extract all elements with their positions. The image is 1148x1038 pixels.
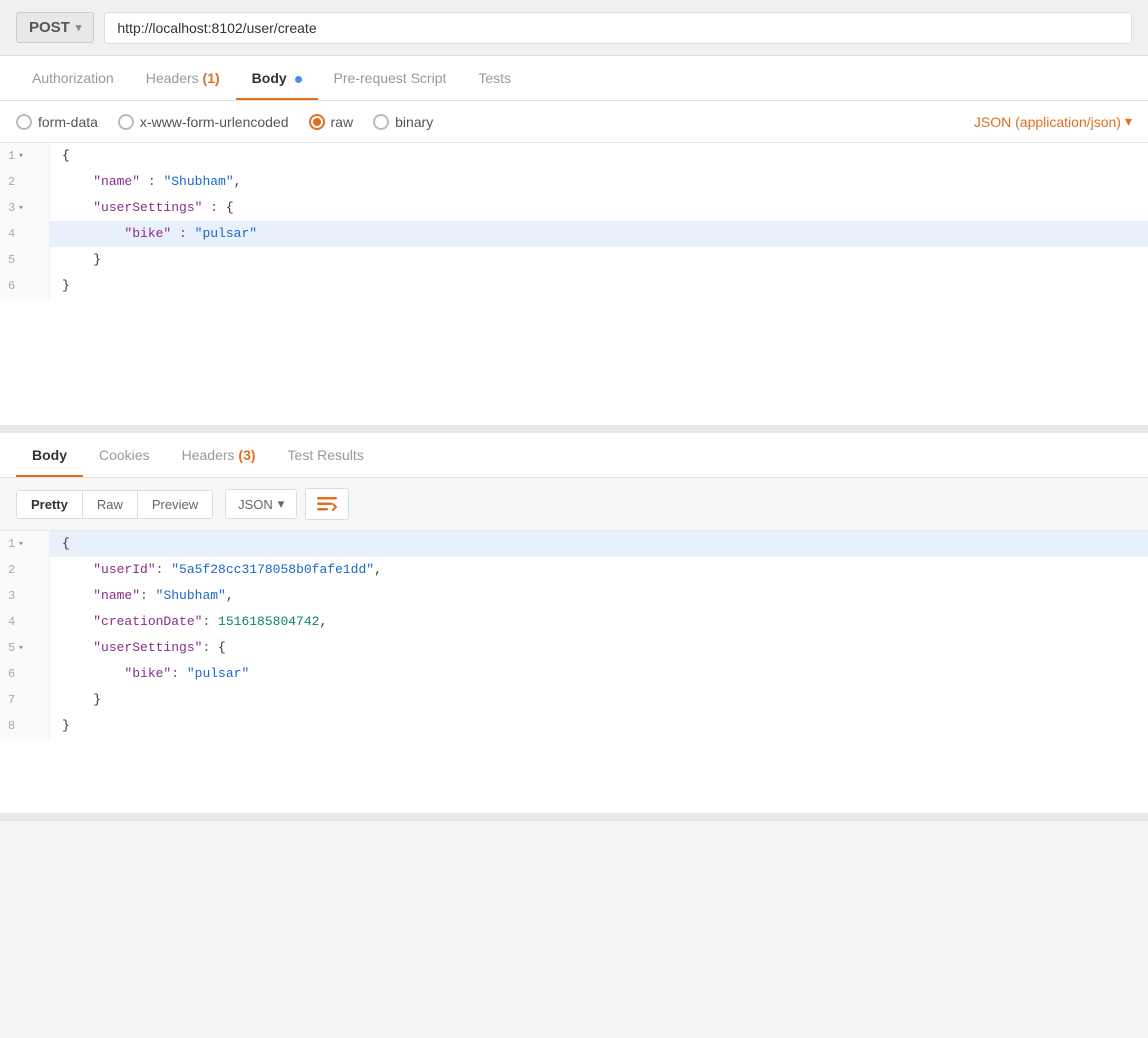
code-line: 3▾ "userSettings" : { (0, 195, 1148, 221)
response-toolbar: Pretty Raw Preview JSON ▾ (0, 478, 1148, 531)
editor-spacer (0, 299, 1148, 419)
code-content: { (50, 531, 82, 557)
option-form-data[interactable]: form-data (16, 114, 98, 130)
json-type-chevron: ▾ (1125, 113, 1132, 130)
radio-urlencoded (118, 114, 134, 130)
tab-headers[interactable]: Headers (1) (130, 56, 236, 100)
radio-raw (309, 114, 325, 130)
radio-binary (373, 114, 389, 130)
code-line: 5 } (0, 247, 1148, 273)
tab-prerequest[interactable]: Pre-request Script (318, 56, 463, 100)
editor-spacer (0, 739, 1148, 769)
code-line: 3 "name": "Shubham", (0, 583, 1148, 609)
format-chevron: ▾ (278, 496, 285, 512)
view-button-group: Pretty Raw Preview (16, 490, 213, 519)
response-code-editor[interactable]: 1▾{2 "userId": "5a5f28cc3178058b0fafe1dd… (0, 531, 1148, 821)
tab-tests[interactable]: Tests (462, 56, 527, 100)
option-binary[interactable]: binary (373, 114, 433, 130)
line-number: 5▾ (0, 635, 50, 661)
code-line: 8} (0, 713, 1148, 739)
code-content: "userId": "5a5f28cc3178058b0fafe1dd", (50, 557, 394, 583)
radio-form-data (16, 114, 32, 130)
code-line: 7 } (0, 687, 1148, 713)
resp-tab-test-results[interactable]: Test Results (272, 433, 380, 477)
line-number: 5 (0, 247, 50, 273)
code-line: 5▾ "userSettings": { (0, 635, 1148, 661)
code-content: "bike" : "pulsar" (50, 221, 269, 247)
headers-badge: (1) (203, 70, 220, 86)
code-content: "name" : "Shubham", (50, 169, 253, 195)
request-code-editor[interactable]: 1▾{2 "name" : "Shubham",3▾ "userSettings… (0, 143, 1148, 433)
wrap-button[interactable] (305, 488, 349, 520)
option-raw[interactable]: raw (309, 114, 354, 130)
url-bar: POST ▾ (0, 0, 1148, 56)
code-content: "bike": "pulsar" (50, 661, 261, 687)
code-line: 1▾{ (0, 143, 1148, 169)
code-line: 4 "bike" : "pulsar" (0, 221, 1148, 247)
line-number: 1▾ (0, 143, 50, 169)
resp-tab-body[interactable]: Body (16, 433, 83, 477)
line-number: 3▾ (0, 195, 50, 221)
body-dot (295, 76, 302, 83)
line-number: 6 (0, 661, 50, 687)
code-line: 2 "userId": "5a5f28cc3178058b0fafe1dd", (0, 557, 1148, 583)
line-number: 2 (0, 169, 50, 195)
line-number: 4 (0, 221, 50, 247)
resp-headers-badge: (3) (238, 447, 255, 463)
json-type-button[interactable]: JSON (application/json) ▾ (974, 113, 1132, 130)
tab-authorization[interactable]: Authorization (16, 56, 130, 100)
code-content: "creationDate": 1516185804742, (50, 609, 339, 635)
view-pretty[interactable]: Pretty (17, 491, 83, 518)
code-line: 1▾{ (0, 531, 1148, 557)
view-raw[interactable]: Raw (83, 491, 138, 518)
code-content: "userSettings" : { (50, 195, 246, 221)
request-tabs: Authorization Headers (1) Body Pre-reque… (0, 56, 1148, 101)
line-number: 7 (0, 687, 50, 713)
method-chevron: ▾ (76, 21, 82, 34)
body-options: form-data x-www-form-urlencoded raw bina… (0, 101, 1148, 143)
response-section: Body Cookies Headers (3) Test Results Pr… (0, 433, 1148, 821)
line-number: 8 (0, 713, 50, 739)
method-label: POST (29, 19, 70, 36)
view-preview[interactable]: Preview (138, 491, 212, 518)
code-line: 6 "bike": "pulsar" (0, 661, 1148, 687)
method-button[interactable]: POST ▾ (16, 12, 94, 43)
wrap-icon (316, 495, 338, 513)
code-content: } (50, 247, 113, 273)
code-content: "userSettings": { (50, 635, 238, 661)
resp-tab-cookies[interactable]: Cookies (83, 433, 166, 477)
code-line: 2 "name" : "Shubham", (0, 169, 1148, 195)
code-line: 4 "creationDate": 1516185804742, (0, 609, 1148, 635)
line-number: 3 (0, 583, 50, 609)
code-content: } (50, 687, 113, 713)
code-content: } (50, 713, 82, 739)
code-content: } (50, 273, 82, 299)
url-input[interactable] (104, 12, 1132, 44)
line-number: 2 (0, 557, 50, 583)
code-content: "name": "Shubham", (50, 583, 246, 609)
response-tabs: Body Cookies Headers (3) Test Results (0, 433, 1148, 478)
line-number: 6 (0, 273, 50, 299)
line-number: 4 (0, 609, 50, 635)
code-line: 6} (0, 273, 1148, 299)
code-content: { (50, 143, 82, 169)
format-button[interactable]: JSON ▾ (225, 489, 297, 519)
tab-body[interactable]: Body (236, 56, 318, 100)
line-number: 1▾ (0, 531, 50, 557)
resp-tab-headers[interactable]: Headers (3) (166, 433, 272, 477)
option-urlencoded[interactable]: x-www-form-urlencoded (118, 114, 289, 130)
